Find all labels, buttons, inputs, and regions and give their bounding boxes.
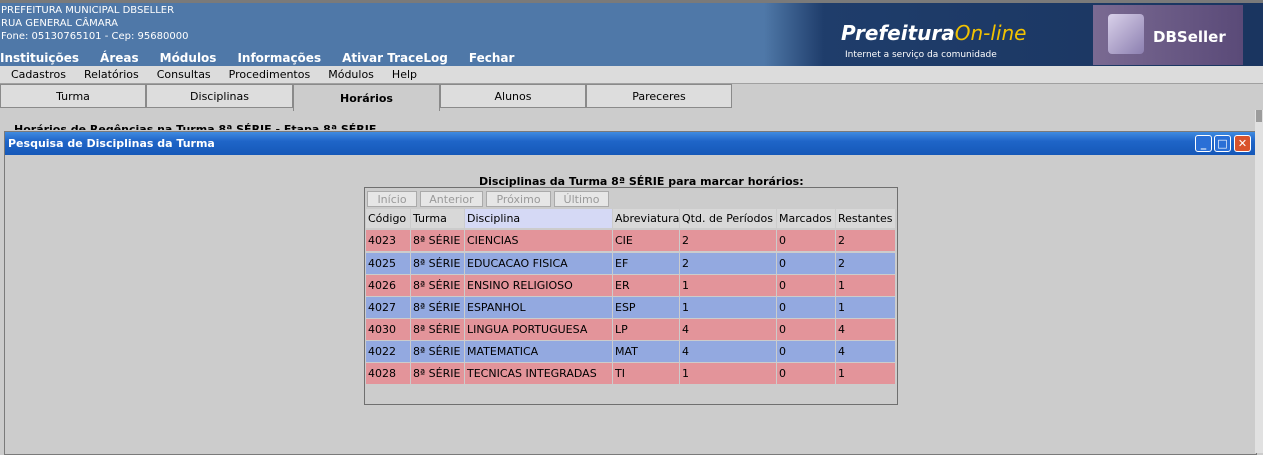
table-cell[interactable]: 4	[680, 319, 776, 340]
table-cell[interactable]: 4026	[366, 275, 410, 296]
logo-tagline: Internet a serviço da comunidade	[845, 50, 997, 60]
table-cell[interactable]: 4028	[366, 363, 410, 384]
table-cell[interactable]: 8ª SÉRIE	[411, 297, 464, 318]
logo-online-text: On-line	[954, 21, 1027, 45]
table-cell[interactable]: ESPANHOL	[465, 297, 612, 318]
table-cell[interactable]: ENSINO RELIGIOSO	[465, 275, 612, 296]
col-header-disciplina[interactable]: Disciplina	[465, 209, 612, 228]
window-titlebar[interactable]: Pesquisa de Disciplinas da Turma _ □ ✕	[5, 132, 1256, 155]
background-page-title: Horários de Regências na Turma 8ª SÉRIE …	[14, 123, 377, 130]
col-header-codigo[interactable]: Código	[366, 209, 410, 228]
table-cell[interactable]: EF	[613, 253, 679, 274]
pager-next-button[interactable]: Próximo	[486, 191, 551, 207]
scrollbar-thumb[interactable]	[1256, 110, 1262, 122]
table-cell[interactable]: 1	[836, 275, 895, 296]
table-cell[interactable]: 2	[836, 230, 895, 251]
table-cell[interactable]: TI	[613, 363, 679, 384]
menu-areas[interactable]: Áreas	[100, 51, 139, 65]
table-cell[interactable]: ER	[613, 275, 679, 296]
pager-first-button[interactable]: Início	[367, 191, 417, 207]
table-cell[interactable]: MATEMATICA	[465, 341, 612, 362]
close-icon: ✕	[1237, 137, 1248, 150]
minimize-icon: _	[1200, 137, 1207, 150]
minimize-button[interactable]: _	[1195, 135, 1212, 152]
logo-prefeitura-text: Prefeitura	[841, 21, 955, 45]
table-cell[interactable]: LINGUA PORTUGUESA	[465, 319, 612, 340]
table-cell[interactable]: EDUCACAO FISICA	[465, 253, 612, 274]
table-cell[interactable]: 8ª SÉRIE	[411, 253, 464, 274]
submenu-procedimentos[interactable]: Procedimentos	[229, 66, 311, 83]
table-cell[interactable]: 8ª SÉRIE	[411, 363, 464, 384]
table-cell[interactable]: ESP	[613, 297, 679, 318]
tab-pareceres[interactable]: Pareceres	[586, 84, 732, 108]
page-scrollbar[interactable]	[1255, 110, 1263, 453]
table-cell[interactable]: 0	[777, 363, 835, 384]
table-cell[interactable]: 4027	[366, 297, 410, 318]
table-cell[interactable]: 0	[777, 297, 835, 318]
table-cell[interactable]: 0	[777, 341, 835, 362]
submenu-help[interactable]: Help	[392, 66, 417, 83]
table-cell[interactable]: 8ª SÉRIE	[411, 230, 464, 251]
window-title: Pesquisa de Disciplinas da Turma	[8, 137, 215, 150]
table-cell[interactable]: LP	[613, 319, 679, 340]
prefeitura-online-logo: PrefeituraOn-line	[841, 21, 1026, 45]
tab-turma[interactable]: Turma	[0, 84, 146, 108]
table-cell[interactable]: TECNICAS INTEGRADAS	[465, 363, 612, 384]
table-cell[interactable]: 4	[836, 341, 895, 362]
main-menu: Instituições Áreas Módulos Informações A…	[0, 51, 535, 65]
table-cell[interactable]: 4	[836, 319, 895, 340]
menu-fechar[interactable]: Fechar	[469, 51, 515, 65]
col-header-restantes[interactable]: Restantes	[836, 209, 895, 228]
table-cell[interactable]: 4022	[366, 341, 410, 362]
table-cell[interactable]: CIE	[613, 230, 679, 251]
submenu-cadastros[interactable]: Cadastros	[11, 66, 66, 83]
submenu-consultas[interactable]: Consultas	[157, 66, 211, 83]
maximize-icon: □	[1217, 137, 1228, 150]
submenu-modulos[interactable]: Módulos	[328, 66, 374, 83]
table-cell[interactable]: 0	[777, 253, 835, 274]
menu-modulos[interactable]: Módulos	[160, 51, 217, 65]
table-cell[interactable]: 2	[836, 253, 895, 274]
table-cell[interactable]: CIENCIAS	[465, 230, 612, 251]
dbseller-logo-text: DBSeller	[1153, 28, 1226, 46]
tab-alunos[interactable]: Alunos	[440, 84, 586, 108]
tab-horarios[interactable]: Horários	[293, 84, 440, 111]
org-address: RUA GENERAL CÂMARA	[1, 18, 118, 29]
table-cell[interactable]: 0	[777, 230, 835, 251]
pager-last-button[interactable]: Último	[554, 191, 609, 207]
table-cell[interactable]: 1	[680, 275, 776, 296]
submenu-relatorios[interactable]: Relatórios	[84, 66, 139, 83]
col-header-qtd-periodos[interactable]: Qtd. de Períodos	[680, 209, 776, 228]
table-cell[interactable]: 8ª SÉRIE	[411, 275, 464, 296]
table-cell[interactable]: 8ª SÉRIE	[411, 341, 464, 362]
col-header-marcados[interactable]: Marcados	[777, 209, 835, 228]
table-cell[interactable]: 1	[836, 363, 895, 384]
dbseller-logo-icon	[1108, 14, 1144, 54]
table-cell[interactable]: 1	[680, 297, 776, 318]
sub-menu: Cadastros Relatórios Consultas Procedime…	[0, 66, 1263, 84]
org-name: PREFEITURA MUNICIPAL DBSELLER	[1, 5, 175, 16]
table-cell[interactable]: 1	[836, 297, 895, 318]
col-header-turma[interactable]: Turma	[411, 209, 464, 228]
pager-previous-button[interactable]: Anterior	[420, 191, 483, 207]
table-cell[interactable]: 2	[680, 230, 776, 251]
menu-instituicoes[interactable]: Instituições	[0, 51, 79, 65]
table-cell[interactable]: 2	[680, 253, 776, 274]
table-cell[interactable]: MAT	[613, 341, 679, 362]
close-button[interactable]: ✕	[1234, 135, 1251, 152]
org-phone: Fone: 05130765101 - Cep: 95680000	[1, 31, 189, 42]
table-cell[interactable]: 4030	[366, 319, 410, 340]
col-header-abreviatura[interactable]: Abreviatura	[613, 209, 679, 228]
table-cell[interactable]: 0	[777, 319, 835, 340]
maximize-button[interactable]: □	[1214, 135, 1231, 152]
table-cell[interactable]: 1	[680, 363, 776, 384]
table-cell[interactable]: 4025	[366, 253, 410, 274]
menu-ativar-tracelog[interactable]: Ativar TraceLog	[342, 51, 448, 65]
table-cell[interactable]: 4023	[366, 230, 410, 251]
tab-disciplinas[interactable]: Disciplinas	[146, 84, 293, 108]
table-cell[interactable]: 4	[680, 341, 776, 362]
menu-informacoes[interactable]: Informações	[237, 51, 321, 65]
table-cell[interactable]: 0	[777, 275, 835, 296]
table-cell[interactable]: 8ª SÉRIE	[411, 319, 464, 340]
